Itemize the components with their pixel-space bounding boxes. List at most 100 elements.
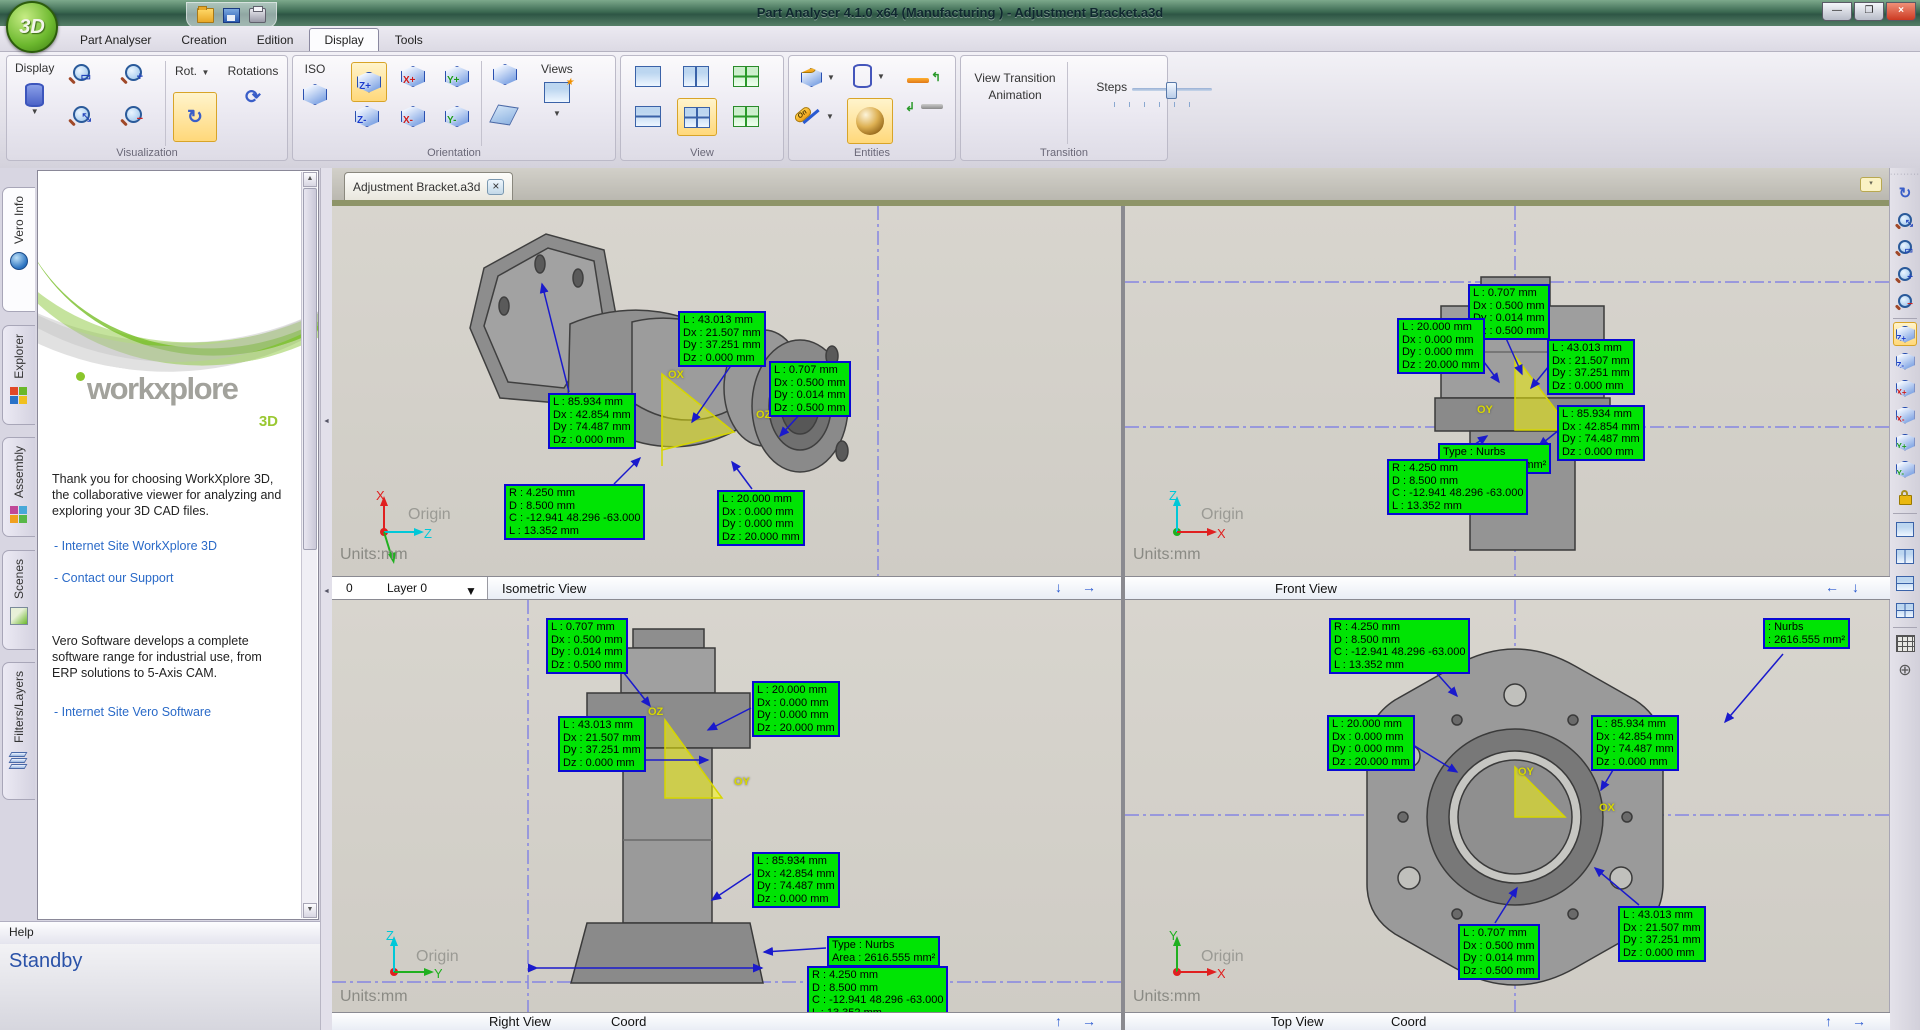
layout-mixed-green-icon[interactable]: [733, 106, 759, 127]
link-internet-site-vero[interactable]: - Internet Site Vero Software: [54, 705, 211, 719]
view-x-minus-icon[interactable]: X-: [1893, 403, 1917, 427]
toolbar-drag-handle[interactable]: ·········: [1890, 168, 1920, 178]
viewport-top[interactable]: R : 4.250 mmD : 8.500 mmC : -12.941 48.2…: [1125, 600, 1890, 1012]
swap-view-up-icon[interactable]: ↑: [1055, 1013, 1062, 1029]
restore-button[interactable]: ❐: [1854, 2, 1884, 21]
view-transition-animation-button[interactable]: View Transition Animation: [969, 70, 1061, 104]
x-minus-cube-icon[interactable]: X-: [401, 106, 425, 127]
entity-sphere-button[interactable]: [847, 98, 893, 144]
collapse-left-icon[interactable]: ◄: [323, 418, 330, 425]
entity-cylinder-button[interactable]: ▼: [853, 64, 885, 88]
measurement-label[interactable]: R : 4.250 mmD : 8.500 mmC : -12.941 48.2…: [1387, 459, 1528, 515]
viewport-divider[interactable]: [1121, 206, 1125, 1030]
document-tab[interactable]: Adjustment Bracket.a3d ×: [344, 172, 513, 200]
layout-quad-icon[interactable]: [1893, 598, 1917, 622]
view-z-plus-button[interactable]: Z+: [351, 62, 387, 102]
link-contact-support[interactable]: - Contact our Support: [54, 571, 174, 585]
layer-selector[interactable]: 0 Layer 0 ▼: [332, 577, 488, 599]
layout-quad-button[interactable]: [677, 98, 717, 136]
sidebar-tab-vero-info[interactable]: Vero Info: [2, 187, 35, 312]
measurement-label[interactable]: R : 4.250 mmD : 8.500 mmC : -12.941 48.2…: [504, 484, 645, 540]
measurement-label[interactable]: : Nurbs: 2616.555 mm²: [1763, 618, 1850, 649]
measurement-label[interactable]: L : 0.707 mmDx : 0.500 mmDy : 0.014 mmDz…: [546, 618, 628, 674]
y-minus-cube-icon[interactable]: Y-: [445, 106, 469, 127]
zoom-fit-icon[interactable]: ⤡: [1893, 208, 1917, 232]
layout-vsplit-icon[interactable]: [683, 66, 709, 87]
entity-line-button[interactable]: On ▼: [801, 112, 834, 121]
collapse-panel-button[interactable]: ▾: [1860, 177, 1882, 192]
zoom-in-icon[interactable]: +: [1893, 262, 1917, 286]
measurement-label[interactable]: L : 43.013 mmDx : 21.507 mmDy : 37.251 m…: [1547, 339, 1635, 395]
origin-axes-icon[interactable]: ⊕: [1893, 658, 1917, 682]
rotate-button[interactable]: ↻: [173, 92, 217, 142]
swap-entities-button[interactable]: ↰ ↲: [905, 70, 949, 130]
link-internet-site-workxplore[interactable]: - Internet Site WorkXplore 3D: [54, 539, 217, 553]
tab-display[interactable]: Display: [309, 28, 378, 51]
swap-view-right-icon[interactable]: →: [1082, 579, 1096, 595]
display-mode-button[interactable]: Display ▼: [15, 61, 54, 116]
swap-view-right-icon[interactable]: →: [1082, 1013, 1096, 1029]
swap-view-right-icon[interactable]: →: [1852, 1013, 1866, 1029]
viewport-isometric[interactable]: L : 43.013 mmDx : 21.507 mmDy : 37.251 m…: [332, 206, 1121, 576]
coord-label[interactable]: Coord: [1391, 1014, 1426, 1029]
app-logo[interactable]: 3D: [6, 1, 58, 53]
lock-rotation-icon[interactable]: [1893, 484, 1917, 508]
layout-hsplit-icon[interactable]: [1893, 571, 1917, 595]
layout-single-icon[interactable]: [1893, 517, 1917, 541]
view-y-minus-icon[interactable]: Y-: [1893, 457, 1917, 481]
scroll-up-icon[interactable]: ▲: [303, 172, 317, 187]
viewport-right[interactable]: L : 0.707 mmDx : 0.500 mmDy : 0.014 mmDz…: [332, 600, 1121, 1012]
sidebar-scrollbar[interactable]: ▲ ▼: [301, 172, 317, 918]
iso-view-button[interactable]: ISO: [303, 62, 327, 105]
tab-creation[interactable]: Creation: [167, 29, 240, 51]
measurement-label[interactable]: Type : NurbsArea : 2616.555 mm²: [827, 936, 940, 967]
view-normal-button[interactable]: [493, 106, 515, 129]
zoom-in-icon[interactable]: +: [125, 64, 142, 81]
view-x-plus-icon[interactable]: X+: [1893, 376, 1917, 400]
layout-hsplit-icon[interactable]: [635, 106, 661, 127]
measurement-label[interactable]: L : 43.013 mmDx : 21.507 mmDy : 37.251 m…: [678, 311, 766, 367]
collapse-left-icon[interactable]: ◄: [323, 588, 330, 595]
measurement-label[interactable]: L : 20.000 mmDx : 0.000 mmDy : 0.000 mmD…: [752, 681, 840, 737]
measurement-label[interactable]: L : 85.934 mmDx : 42.854 mmDy : 74.487 m…: [548, 393, 636, 449]
zoom-window-icon[interactable]: ▭: [1893, 235, 1917, 259]
views-dropdown-button[interactable]: Views ★ ▼: [541, 62, 573, 118]
view-y-plus-icon[interactable]: Y+: [1893, 430, 1917, 454]
measurement-label[interactable]: L : 85.934 mmDx : 42.854 mmDy : 74.487 m…: [752, 852, 840, 908]
measurement-label[interactable]: L : 85.934 mmDx : 42.854 mmDy : 74.487 m…: [1591, 715, 1679, 771]
measurement-label[interactable]: L : 20.000 mmDx : 0.000 mmDy : 0.000 mmD…: [1327, 715, 1415, 771]
close-tab-icon[interactable]: ×: [487, 179, 504, 195]
tab-part-analyser[interactable]: Part Analyser: [66, 29, 165, 51]
swap-view-left-icon[interactable]: ←: [1825, 579, 1839, 595]
y-plus-cube-icon[interactable]: Y+: [445, 66, 469, 87]
close-button[interactable]: ×: [1886, 2, 1916, 21]
layout-grid-green-icon[interactable]: [733, 66, 759, 87]
swap-view-down-icon[interactable]: ↓: [1055, 579, 1062, 595]
measurement-label[interactable]: L : 43.013 mmDx : 21.507 mmDy : 37.251 m…: [1618, 906, 1706, 962]
swap-view-down-icon[interactable]: ↓: [1852, 579, 1859, 595]
sidebar-tab-filters-layers[interactable]: Filters/Layers: [2, 662, 35, 800]
tab-tools[interactable]: Tools: [381, 29, 437, 51]
zoom-window-icon[interactable]: ▭: [73, 64, 90, 81]
scroll-down-icon[interactable]: ▼: [303, 903, 317, 918]
scrollbar-thumb[interactable]: [303, 188, 317, 550]
sidebar-tab-explorer[interactable]: Explorer: [2, 325, 35, 425]
chevron-down-icon[interactable]: ▼: [465, 584, 477, 598]
x-plus-cube-icon[interactable]: X+: [401, 66, 425, 87]
layout-vsplit-icon[interactable]: [1893, 544, 1917, 568]
measurement-label[interactable]: L : 43.013 mmDx : 21.507 mmDy : 37.251 m…: [558, 716, 646, 772]
zoom-out-icon[interactable]: −: [125, 106, 142, 123]
measurement-label[interactable]: L : 20.000 mmDx : 0.000 mmDy : 0.000 mmD…: [717, 490, 805, 546]
zoom-out-icon[interactable]: −: [1893, 289, 1917, 313]
slider-thumb[interactable]: [1166, 82, 1177, 99]
tab-edition[interactable]: Edition: [243, 29, 308, 51]
grid-icon[interactable]: [1893, 631, 1917, 655]
rot-dropdown[interactable]: Rot. ▼: [175, 62, 209, 80]
measurement-label[interactable]: L : 0.707 mmDx : 0.500 mmDy : 0.014 mmDz…: [1458, 924, 1540, 980]
measurement-label[interactable]: R : 4.250 mmD : 8.500 mmC : -12.941 48.2…: [807, 966, 948, 1012]
view-z-minus-icon[interactable]: Z-: [1893, 349, 1917, 373]
rotate-view-icon[interactable]: ↻: [1893, 181, 1917, 205]
entity-box-button[interactable]: On ▼: [801, 68, 835, 87]
minimize-button[interactable]: —: [1822, 2, 1852, 21]
flip-view-button[interactable]: [493, 64, 517, 90]
